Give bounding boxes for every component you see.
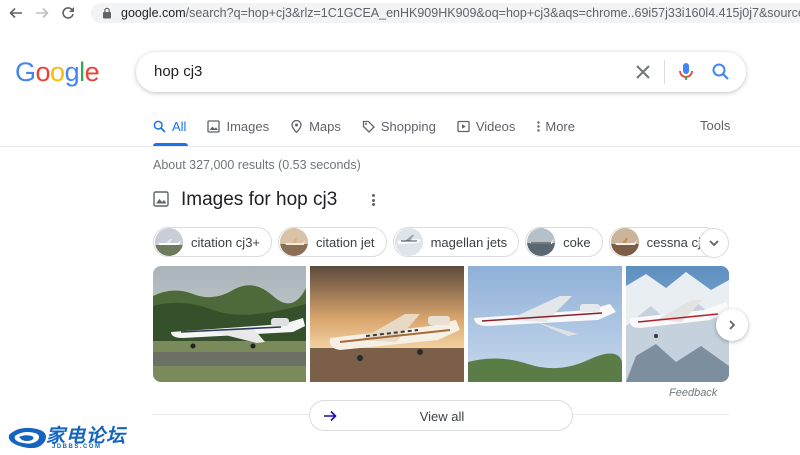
- chip-thumbnail: [280, 228, 309, 256]
- map-pin-icon: [291, 119, 302, 133]
- related-chips: citation cj3+ citation jet magellan jets…: [153, 227, 726, 259]
- chip-thumbnail: [527, 228, 556, 256]
- tools-button[interactable]: Tools: [700, 118, 730, 133]
- tag-icon: [362, 120, 375, 133]
- address-bar[interactable]: google.com/search?q=hop+cj3&rlz=1C1GCEA_…: [91, 3, 800, 23]
- kebab-icon: [537, 120, 541, 132]
- forward-arrow-icon[interactable]: [29, 0, 55, 26]
- tabs-divider: [0, 146, 800, 147]
- play-icon: [457, 120, 470, 132]
- logo-letter: o: [50, 57, 65, 87]
- logo-letter: g: [64, 57, 80, 87]
- search-icon[interactable]: [711, 62, 731, 82]
- chips-expand-button[interactable]: [699, 228, 729, 258]
- tab-all[interactable]: All: [153, 118, 186, 134]
- search-bar[interactable]: hop cj3: [136, 52, 746, 92]
- clear-icon[interactable]: [633, 62, 653, 82]
- image-result[interactable]: [153, 266, 306, 382]
- logo-letter: e: [84, 57, 100, 87]
- images-section-heading[interactable]: Images for hop cj3: [181, 189, 337, 211]
- chip-citation-cj3-plus[interactable]: citation cj3+: [153, 227, 273, 257]
- watermark-subtext: JDBBS.COM: [52, 444, 102, 450]
- chip-coke[interactable]: coke: [525, 227, 603, 257]
- lock-icon: [103, 7, 111, 19]
- tab-more[interactable]: More: [536, 118, 575, 134]
- tab-images[interactable]: Images: [207, 118, 269, 134]
- view-all-button[interactable]: View all: [309, 400, 573, 431]
- google-logo[interactable]: Google: [15, 57, 100, 88]
- chip-thumbnail: [155, 228, 183, 256]
- image-icon: [207, 119, 221, 133]
- logo-letter: o: [35, 57, 51, 87]
- back-arrow-icon[interactable]: [3, 0, 29, 26]
- image-result[interactable]: [468, 266, 622, 382]
- chip-thumbnail: [610, 228, 639, 256]
- feedback-link[interactable]: Feedback: [669, 387, 717, 399]
- chevron-right-icon: [729, 320, 736, 330]
- search-tabs: All Images Maps Shopping Videos More: [153, 118, 596, 146]
- logo-letter: G: [15, 57, 36, 87]
- reload-icon[interactable]: [55, 0, 81, 26]
- microphone-icon[interactable]: [677, 62, 695, 82]
- chip-thumbnail: [394, 228, 423, 256]
- image-icon: [153, 191, 169, 207]
- images-next-button[interactable]: [716, 309, 748, 341]
- tab-maps[interactable]: Maps: [290, 118, 341, 134]
- tab-videos[interactable]: Videos: [457, 118, 515, 134]
- search-icon: [153, 120, 166, 133]
- chip-citation-jet[interactable]: citation jet: [278, 227, 387, 257]
- url-text: google.com/search?q=hop+cj3&rlz=1C1GCEA_…: [121, 6, 800, 20]
- search-input[interactable]: hop cj3: [154, 63, 202, 80]
- browser-toolbar: google.com/search?q=hop+cj3&rlz=1C1GCEA_…: [0, 0, 800, 26]
- chip-magellan-jets[interactable]: magellan jets: [392, 227, 520, 257]
- image-result[interactable]: [310, 266, 464, 382]
- image-result[interactable]: [626, 266, 729, 382]
- result-stats: About 327,000 results (0.53 seconds): [153, 158, 361, 172]
- more-options-icon[interactable]: [368, 192, 378, 208]
- chevron-down-icon: [709, 240, 719, 247]
- search-divider: [664, 60, 665, 84]
- image-results-strip: [153, 266, 729, 382]
- tab-shopping[interactable]: Shopping: [362, 118, 436, 134]
